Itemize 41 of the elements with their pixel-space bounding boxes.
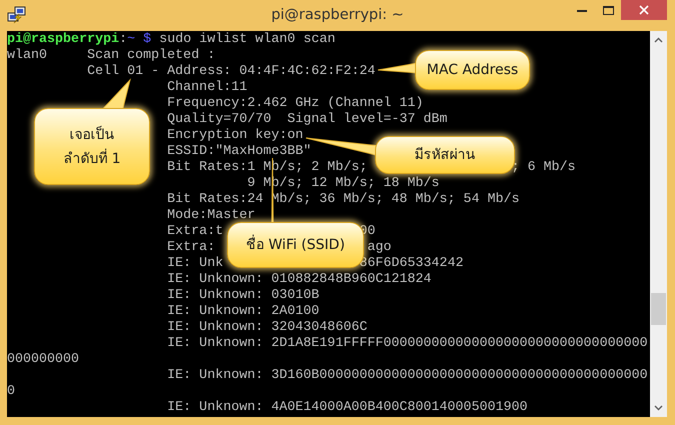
window-title: pi@raspberrypi: ~ (271, 7, 404, 23)
terminal-text: IE: Unknown: 32043048606C (167, 320, 368, 335)
close-icon (639, 5, 649, 15)
prompt-separator: : (119, 32, 128, 47)
prompt-path: ~ (127, 32, 136, 47)
terminal-text: Extra:t (167, 224, 224, 239)
maximize-icon (602, 6, 614, 14)
terminal-text: Mode:Master (167, 208, 256, 223)
scroll-up-icon[interactable] (654, 37, 663, 43)
scroll-down-icon[interactable] (654, 405, 663, 411)
command-text: sudo iwlist wlan0 scan (159, 32, 336, 47)
terminal-text: 0 (7, 384, 16, 399)
terminal-text: IE: Unk (167, 256, 224, 271)
terminal-text: ago (367, 240, 392, 255)
prompt-symbol: $ (143, 32, 152, 47)
prompt-user: pi@raspberrypi (7, 32, 120, 47)
terminal-text: Extra: (167, 240, 216, 255)
terminal-text: IE: Unknown: 2A0100 (167, 304, 320, 319)
terminal-text: IE: Unknown: 4A0E14000A00B400C800140005001900 (167, 400, 528, 415)
callout-label: เจอเป็น ลำดับที่ 1 (34, 108, 150, 185)
terminal-text: wlan0 (7, 48, 48, 63)
scrollbar[interactable] (650, 31, 667, 417)
terminal-text: Channel:11 (167, 80, 248, 95)
terminal-text: 000000000 (7, 352, 80, 367)
terminal-text: Cell 01 - Address: 04:4F:4C:62:F2:24 (87, 64, 376, 79)
terminal-text: IE: Unknown: 3D160B00000000000000000000000000000000000000000 (167, 368, 648, 383)
callout-label: MAC Address (415, 50, 530, 90)
terminal-text: 86F6D65334242 (359, 256, 464, 271)
terminal-text: IE: Unknown: 03010B (167, 288, 320, 303)
terminal-text: Quality=70/70 (167, 112, 272, 127)
terminal-text: Signal level=-37 dBm (287, 112, 448, 127)
terminal-text: ESSID:"MaxHome3BB" (167, 144, 312, 159)
terminal-text: IE: Unknown: 2D1A8E191FFFFF000000000000000000000000000000000 (167, 336, 648, 351)
minimize-icon (577, 8, 587, 12)
terminal-text: Scan completed : (87, 48, 216, 63)
close-button[interactable] (621, 0, 667, 20)
terminal-text: Frequency:2.462 GHz (Channel 11) (167, 96, 424, 111)
scrollbar-thumb[interactable] (651, 293, 666, 325)
terminal-text: Encryption key:on (167, 128, 304, 143)
app-icon (7, 5, 27, 25)
terminal-text: IE: Unknown: 010882848B960C121824 (167, 272, 432, 287)
